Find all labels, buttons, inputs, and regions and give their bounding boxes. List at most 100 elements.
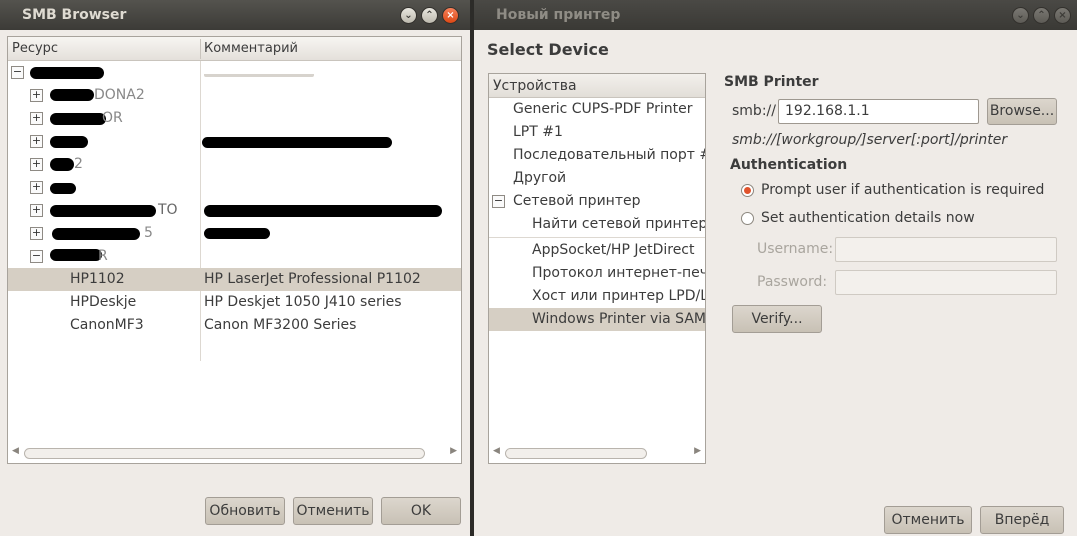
verify-button[interactable]: Verify... <box>732 305 822 333</box>
scroll-left-icon[interactable]: ◀ <box>493 446 500 456</box>
device-item[interactable]: Найти сетевой принтер <box>489 213 705 236</box>
redaction-mark <box>50 183 76 194</box>
password-label: Password: <box>757 274 828 290</box>
redaction-mark <box>50 89 94 101</box>
device-item-network[interactable]: − Сетевой принтер <box>489 190 705 213</box>
tree-item-label: DONA2 <box>94 87 145 103</box>
scroll-right-icon[interactable]: ▶ <box>694 446 701 456</box>
column-comment-header[interactable]: Комментарий <box>204 41 298 56</box>
device-list[interactable]: Устройства Generic CUPS-PDF Printer LPT … <box>488 73 706 464</box>
device-list-header[interactable]: Устройства <box>489 74 705 98</box>
printer-window-title: Новый принтер <box>496 7 621 23</box>
collapse-icon[interactable]: − <box>492 195 505 208</box>
tree-header: Ресурс Комментарий <box>8 37 461 61</box>
redaction-mark <box>204 228 270 239</box>
printer-titlebar[interactable]: Новый принтер ⌄ ⌃ × <box>474 0 1077 30</box>
minimize-icon[interactable]: ⌄ <box>400 7 417 24</box>
expand-icon[interactable]: + <box>30 135 43 148</box>
tree-row[interactable]: + TO <box>8 199 461 222</box>
tree-row[interactable]: + DONA2 <box>8 84 461 107</box>
maximize-icon[interactable]: ⌃ <box>1033 7 1050 24</box>
maximize-icon[interactable]: ⌃ <box>421 7 438 24</box>
smb-section-title: SMB Printer <box>724 74 819 90</box>
scroll-left-icon[interactable]: ◀ <box>12 446 19 456</box>
close-icon[interactable]: × <box>442 7 459 24</box>
redaction-mark <box>50 249 102 261</box>
redaction-mark <box>50 205 156 217</box>
tree-row[interactable]: + 5 <box>8 222 461 245</box>
scroll-right-icon[interactable]: ▶ <box>450 446 457 456</box>
smb-tree-view[interactable]: Ресурс Комментарий − + DONA2 + OR + + 2 … <box>7 36 462 464</box>
minimize-icon[interactable]: ⌄ <box>1012 7 1029 24</box>
collapse-icon[interactable]: − <box>30 250 43 263</box>
printer-name: CanonMF3 <box>70 317 144 333</box>
expand-icon[interactable]: + <box>30 204 43 217</box>
prompt-auth-label[interactable]: Prompt user if authentication is require… <box>761 182 1044 198</box>
horizontal-scrollbar[interactable]: ◀ ▶ <box>489 446 705 460</box>
device-item[interactable]: Хост или принтер LPD/LPR <box>489 285 705 308</box>
printer-row[interactable]: CanonMF3 Canon MF3200 Series <box>8 314 461 337</box>
expand-icon[interactable]: + <box>30 89 43 102</box>
printer-comment: HP LaserJet Professional P1102 <box>204 271 421 287</box>
refresh-button[interactable]: Обновить <box>205 497 285 525</box>
printer-row[interactable]: HP1102 HP LaserJet Professional P1102 <box>8 268 461 291</box>
page-title: Select Device <box>487 40 609 59</box>
device-item[interactable]: LPT #1 <box>489 121 705 144</box>
device-item[interactable]: Другой <box>489 167 705 190</box>
set-auth-label[interactable]: Set authentication details now <box>761 210 975 226</box>
tree-row[interactable]: − R <box>8 245 461 268</box>
collapse-icon[interactable]: − <box>11 66 24 79</box>
expand-icon[interactable]: + <box>30 227 43 240</box>
device-item[interactable]: Протокол интернет-печати <box>489 262 705 285</box>
printer-name: HPDeskje <box>70 294 137 310</box>
smb-window-title: SMB Browser <box>22 7 127 23</box>
printer-row[interactable]: HPDeskje HP Deskjet 1050 J410 series <box>8 291 461 314</box>
close-icon[interactable]: × <box>1054 7 1071 24</box>
username-label: Username: <box>757 241 834 257</box>
redaction-mark <box>202 137 392 148</box>
horizontal-scrollbar[interactable]: ◀ ▶ <box>8 446 461 460</box>
auth-title: Authentication <box>730 157 848 173</box>
smb-prefix-label: smb:// <box>732 103 776 119</box>
password-field[interactable] <box>835 270 1057 295</box>
browse-button[interactable]: Browse... <box>987 98 1057 125</box>
tree-row[interactable]: + <box>8 176 461 199</box>
cancel-button[interactable]: Отменить <box>293 497 373 525</box>
device-item-selected[interactable]: Windows Printer via SAMBA <box>489 308 705 331</box>
tree-row[interactable]: + <box>8 130 461 153</box>
redaction-mark <box>204 67 314 77</box>
tree-item-label: R <box>98 248 108 264</box>
ok-button[interactable]: OK <box>381 497 461 525</box>
set-auth-radio[interactable] <box>741 212 754 225</box>
redaction-mark <box>50 113 106 125</box>
tree-item-label: 2 <box>74 156 83 172</box>
redaction-mark <box>50 136 88 148</box>
username-field[interactable] <box>835 237 1057 262</box>
printer-comment: Canon MF3200 Series <box>204 317 357 333</box>
redaction-mark <box>50 158 74 171</box>
device-item[interactable]: Generic CUPS-PDF Printer <box>489 98 705 121</box>
device-item[interactable]: AppSocket/HP JetDirect <box>489 239 705 262</box>
redaction-mark <box>52 228 140 240</box>
prompt-auth-radio[interactable] <box>741 184 754 197</box>
tree-row[interactable]: + 2 <box>8 153 461 176</box>
tree-item-label: TO <box>158 202 178 218</box>
expand-icon[interactable]: + <box>30 158 43 171</box>
expand-icon[interactable]: + <box>30 112 43 125</box>
tree-row[interactable]: − <box>8 61 461 84</box>
redaction-mark <box>204 205 442 217</box>
tree-item-label: 5 <box>144 225 153 241</box>
tree-item-label: OR <box>102 110 123 126</box>
tree-row[interactable]: + OR <box>8 107 461 130</box>
smb-format-hint: smb://[workgroup/]server[:port]/printer <box>732 132 1008 148</box>
smb-titlebar[interactable]: SMB Browser ⌄ ⌃ × <box>0 0 470 30</box>
device-item[interactable]: Последовательный порт #1 <box>489 144 705 167</box>
redaction-mark <box>30 67 104 79</box>
smb-browser-window: SMB Browser ⌄ ⌃ × Ресурс Комментарий − +… <box>0 0 470 536</box>
cancel-button[interactable]: Отменить <box>884 506 972 534</box>
expand-icon[interactable]: + <box>30 181 43 194</box>
forward-button[interactable]: Вперёд <box>980 506 1064 534</box>
column-resource-header[interactable]: Ресурс <box>12 41 58 56</box>
smb-address-input[interactable]: 192.168.1.1 <box>778 99 979 124</box>
printer-name: HP1102 <box>70 271 125 287</box>
